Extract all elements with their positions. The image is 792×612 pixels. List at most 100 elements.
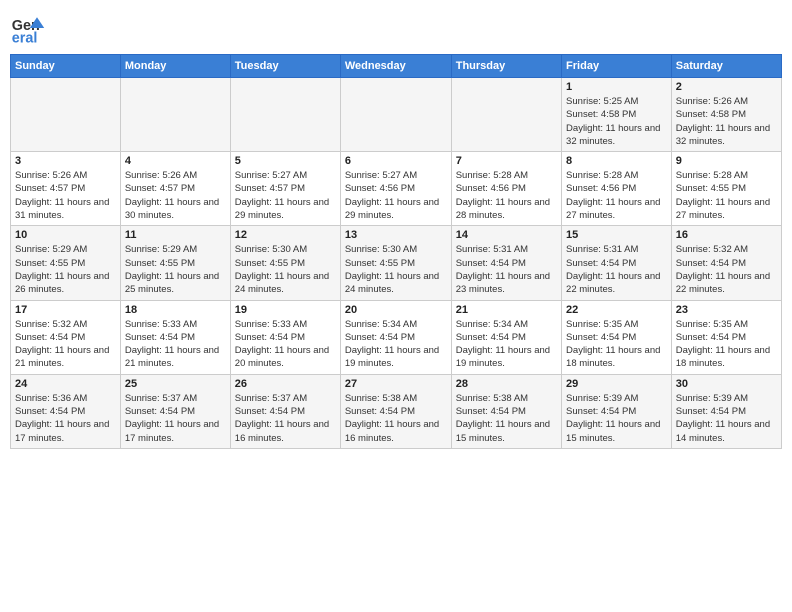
day-number: 15 <box>566 229 667 241</box>
day-info: Sunrise: 5:29 AM Sunset: 4:55 PM Dayligh… <box>125 243 226 296</box>
day-info: Sunrise: 5:28 AM Sunset: 4:55 PM Dayligh… <box>676 169 777 222</box>
weekday-header-row: SundayMondayTuesdayWednesdayThursdayFrid… <box>11 55 782 78</box>
day-cell: 21 Sunrise: 5:34 AM Sunset: 4:54 PM Dayli… <box>451 300 561 374</box>
day-info: Sunrise: 5:38 AM Sunset: 4:54 PM Dayligh… <box>456 392 557 445</box>
day-info: Sunrise: 5:25 AM Sunset: 4:58 PM Dayligh… <box>566 95 667 148</box>
day-number: 6 <box>345 155 447 167</box>
day-cell: 13Sunrise: 5:30 AM Sunset: 4:55 PM Dayli… <box>340 226 451 300</box>
page-header: Gen eral <box>10 10 782 46</box>
day-cell: 8 Sunrise: 5:28 AM Sunset: 4:56 PM Daylig… <box>562 152 672 226</box>
day-number: 4 <box>125 155 226 167</box>
day-cell: 24 Sunrise: 5:36 AM Sunset: 4:54 PM Dayli… <box>11 374 121 448</box>
day-cell: 9 Sunrise: 5:28 AM Sunset: 4:55 PM Daylig… <box>671 152 781 226</box>
day-info: Sunrise: 5:27 AM Sunset: 4:56 PM Dayligh… <box>345 169 447 222</box>
day-number: 23 <box>676 304 777 316</box>
day-cell: 5 Sunrise: 5:27 AM Sunset: 4:57 PM Daylig… <box>230 152 340 226</box>
day-cell: 17 Sunrise: 5:32 AM Sunset: 4:54 PM Dayli… <box>11 300 121 374</box>
day-info: Sunrise: 5:31 AM Sunset: 4:54 PM Dayligh… <box>456 243 557 296</box>
day-number: 8 <box>566 155 667 167</box>
day-number: 12 <box>235 229 336 241</box>
day-number: 22 <box>566 304 667 316</box>
day-number: 20 <box>345 304 447 316</box>
day-info: Sunrise: 5:32 AM Sunset: 4:54 PM Dayligh… <box>15 318 116 371</box>
day-cell <box>11 78 121 152</box>
logo: Gen eral <box>10 10 50 46</box>
day-number: 1 <box>566 81 667 93</box>
day-cell: 10 Sunrise: 5:29 AM Sunset: 4:55 PM Dayli… <box>11 226 121 300</box>
weekday-header-friday: Friday <box>562 55 672 78</box>
day-info: Sunrise: 5:35 AM Sunset: 4:54 PM Dayligh… <box>676 318 777 371</box>
day-number: 30 <box>676 378 777 390</box>
day-cell: 4 Sunrise: 5:26 AM Sunset: 4:57 PM Daylig… <box>120 152 230 226</box>
day-number: 21 <box>456 304 557 316</box>
day-number: 5 <box>235 155 336 167</box>
day-cell: 12 Sunrise: 5:30 AM Sunset: 4:55 PM Dayli… <box>230 226 340 300</box>
week-row-2: 3Sunrise: 5:26 AM Sunset: 4:57 PM Daylig… <box>11 152 782 226</box>
day-number: 10 <box>15 229 116 241</box>
day-info: Sunrise: 5:30 AM Sunset: 4:55 PM Dayligh… <box>235 243 336 296</box>
day-info: Sunrise: 5:28 AM Sunset: 4:56 PM Dayligh… <box>566 169 667 222</box>
day-cell: 20 Sunrise: 5:34 AM Sunset: 4:54 PM Dayli… <box>340 300 451 374</box>
day-number: 17 <box>15 304 116 316</box>
weekday-header-monday: Monday <box>120 55 230 78</box>
day-cell <box>340 78 451 152</box>
day-info: Sunrise: 5:29 AM Sunset: 4:55 PM Dayligh… <box>15 243 116 296</box>
day-number: 25 <box>125 378 226 390</box>
day-info: Sunrise: 5:39 AM Sunset: 4:54 PM Dayligh… <box>566 392 667 445</box>
day-info: Sunrise: 5:26 AM Sunset: 4:58 PM Dayligh… <box>676 95 777 148</box>
week-row-4: 17 Sunrise: 5:32 AM Sunset: 4:54 PM Dayli… <box>11 300 782 374</box>
day-cell: 23 Sunrise: 5:35 AM Sunset: 4:54 PM Dayli… <box>671 300 781 374</box>
day-cell: 30Sunrise: 5:39 AM Sunset: 4:54 PM Dayli… <box>671 374 781 448</box>
day-number: 28 <box>456 378 557 390</box>
day-info: Sunrise: 5:33 AM Sunset: 4:54 PM Dayligh… <box>125 318 226 371</box>
day-number: 16 <box>676 229 777 241</box>
day-cell: 19 Sunrise: 5:33 AM Sunset: 4:54 PM Dayli… <box>230 300 340 374</box>
day-cell: 16 Sunrise: 5:32 AM Sunset: 4:54 PM Dayli… <box>671 226 781 300</box>
day-cell <box>451 78 561 152</box>
day-cell: 6 Sunrise: 5:27 AM Sunset: 4:56 PM Daylig… <box>340 152 451 226</box>
day-cell: 15Sunrise: 5:31 AM Sunset: 4:54 PM Dayli… <box>562 226 672 300</box>
logo-icon: Gen eral <box>10 10 46 46</box>
day-number: 2 <box>676 81 777 93</box>
weekday-header-thursday: Thursday <box>451 55 561 78</box>
day-info: Sunrise: 5:34 AM Sunset: 4:54 PM Dayligh… <box>345 318 447 371</box>
day-number: 19 <box>235 304 336 316</box>
day-info: Sunrise: 5:38 AM Sunset: 4:54 PM Dayligh… <box>345 392 447 445</box>
day-number: 24 <box>15 378 116 390</box>
day-number: 11 <box>125 229 226 241</box>
calendar-table: SundayMondayTuesdayWednesdayThursdayFrid… <box>10 54 782 449</box>
day-number: 7 <box>456 155 557 167</box>
day-cell: 11 Sunrise: 5:29 AM Sunset: 4:55 PM Dayli… <box>120 226 230 300</box>
day-info: Sunrise: 5:33 AM Sunset: 4:54 PM Dayligh… <box>235 318 336 371</box>
day-number: 26 <box>235 378 336 390</box>
day-cell: 27Sunrise: 5:38 AM Sunset: 4:54 PM Dayli… <box>340 374 451 448</box>
day-cell: 25Sunrise: 5:37 AM Sunset: 4:54 PM Dayli… <box>120 374 230 448</box>
day-number: 14 <box>456 229 557 241</box>
weekday-header-wednesday: Wednesday <box>340 55 451 78</box>
day-info: Sunrise: 5:26 AM Sunset: 4:57 PM Dayligh… <box>125 169 226 222</box>
day-info: Sunrise: 5:32 AM Sunset: 4:54 PM Dayligh… <box>676 243 777 296</box>
weekday-header-saturday: Saturday <box>671 55 781 78</box>
day-number: 18 <box>125 304 226 316</box>
day-info: Sunrise: 5:27 AM Sunset: 4:57 PM Dayligh… <box>235 169 336 222</box>
day-cell: 7 Sunrise: 5:28 AM Sunset: 4:56 PM Daylig… <box>451 152 561 226</box>
day-info: Sunrise: 5:36 AM Sunset: 4:54 PM Dayligh… <box>15 392 116 445</box>
day-cell: 14 Sunrise: 5:31 AM Sunset: 4:54 PM Dayli… <box>451 226 561 300</box>
day-cell: 18 Sunrise: 5:33 AM Sunset: 4:54 PM Dayli… <box>120 300 230 374</box>
day-cell <box>230 78 340 152</box>
day-cell: 3Sunrise: 5:26 AM Sunset: 4:57 PM Daylig… <box>11 152 121 226</box>
day-info: Sunrise: 5:34 AM Sunset: 4:54 PM Dayligh… <box>456 318 557 371</box>
day-cell: 28 Sunrise: 5:38 AM Sunset: 4:54 PM Dayli… <box>451 374 561 448</box>
day-cell: 29Sunrise: 5:39 AM Sunset: 4:54 PM Dayli… <box>562 374 672 448</box>
svg-text:eral: eral <box>12 30 38 46</box>
day-info: Sunrise: 5:37 AM Sunset: 4:54 PM Dayligh… <box>235 392 336 445</box>
week-row-3: 10 Sunrise: 5:29 AM Sunset: 4:55 PM Dayli… <box>11 226 782 300</box>
weekday-header-sunday: Sunday <box>11 55 121 78</box>
day-info: Sunrise: 5:28 AM Sunset: 4:56 PM Dayligh… <box>456 169 557 222</box>
day-cell <box>120 78 230 152</box>
day-info: Sunrise: 5:26 AM Sunset: 4:57 PM Dayligh… <box>15 169 116 222</box>
day-info: Sunrise: 5:30 AM Sunset: 4:55 PM Dayligh… <box>345 243 447 296</box>
day-cell: 22Sunrise: 5:35 AM Sunset: 4:54 PM Dayli… <box>562 300 672 374</box>
day-number: 9 <box>676 155 777 167</box>
day-cell: 2 Sunrise: 5:26 AM Sunset: 4:58 PM Daylig… <box>671 78 781 152</box>
